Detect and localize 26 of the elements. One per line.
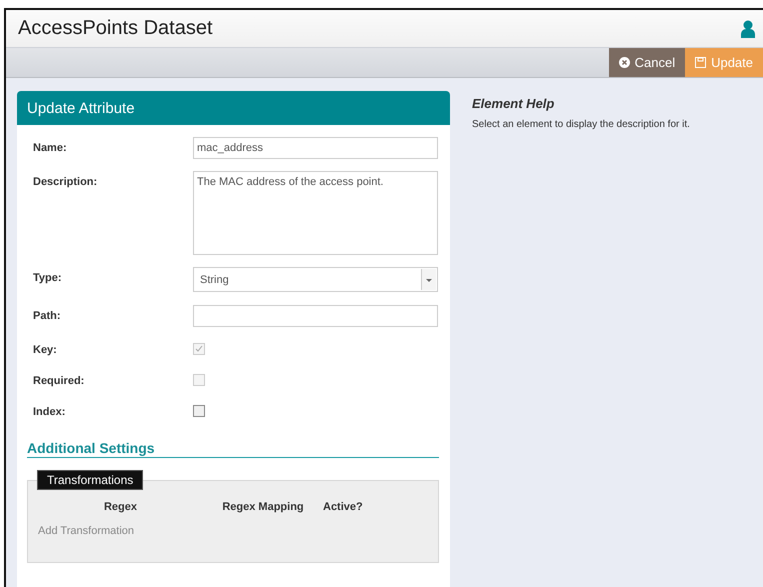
field-label: Path: — [33, 309, 62, 324]
panel-legend: Transformations — [37, 470, 144, 490]
cancel-button[interactable]: Cancel — [608, 48, 686, 77]
column-header: Regex Mapping — [221, 501, 305, 513]
field-label: Description: — [33, 175, 98, 190]
user-icon — [741, 20, 755, 38]
description-field[interactable]: The MAC address of the access point. — [193, 171, 438, 255]
text-field[interactable] — [193, 305, 438, 327]
close-icon — [618, 57, 630, 68]
type-dropdown[interactable]: String — [193, 267, 438, 292]
save-icon — [695, 57, 706, 68]
checkbox[interactable] — [193, 405, 205, 417]
section-heading: Additional Settings — [27, 440, 439, 458]
column-header: Regex — [102, 501, 138, 513]
page-title: AccessPoints Dataset — [18, 17, 213, 40]
field-label: Required: — [33, 374, 86, 389]
caret-icon — [421, 269, 436, 290]
card-header: Update Attribute — [17, 91, 450, 125]
help-text: Select an element to display the description for it. — [472, 119, 690, 130]
help-title: Element Help — [472, 96, 556, 111]
field-label: Index: — [33, 405, 66, 420]
column-header: Active? — [323, 501, 364, 513]
text-field[interactable]: mac_address — [193, 137, 438, 159]
field-label: Type: — [33, 271, 63, 286]
field-label: Key: — [33, 343, 58, 358]
field-label: Name: — [33, 141, 68, 156]
